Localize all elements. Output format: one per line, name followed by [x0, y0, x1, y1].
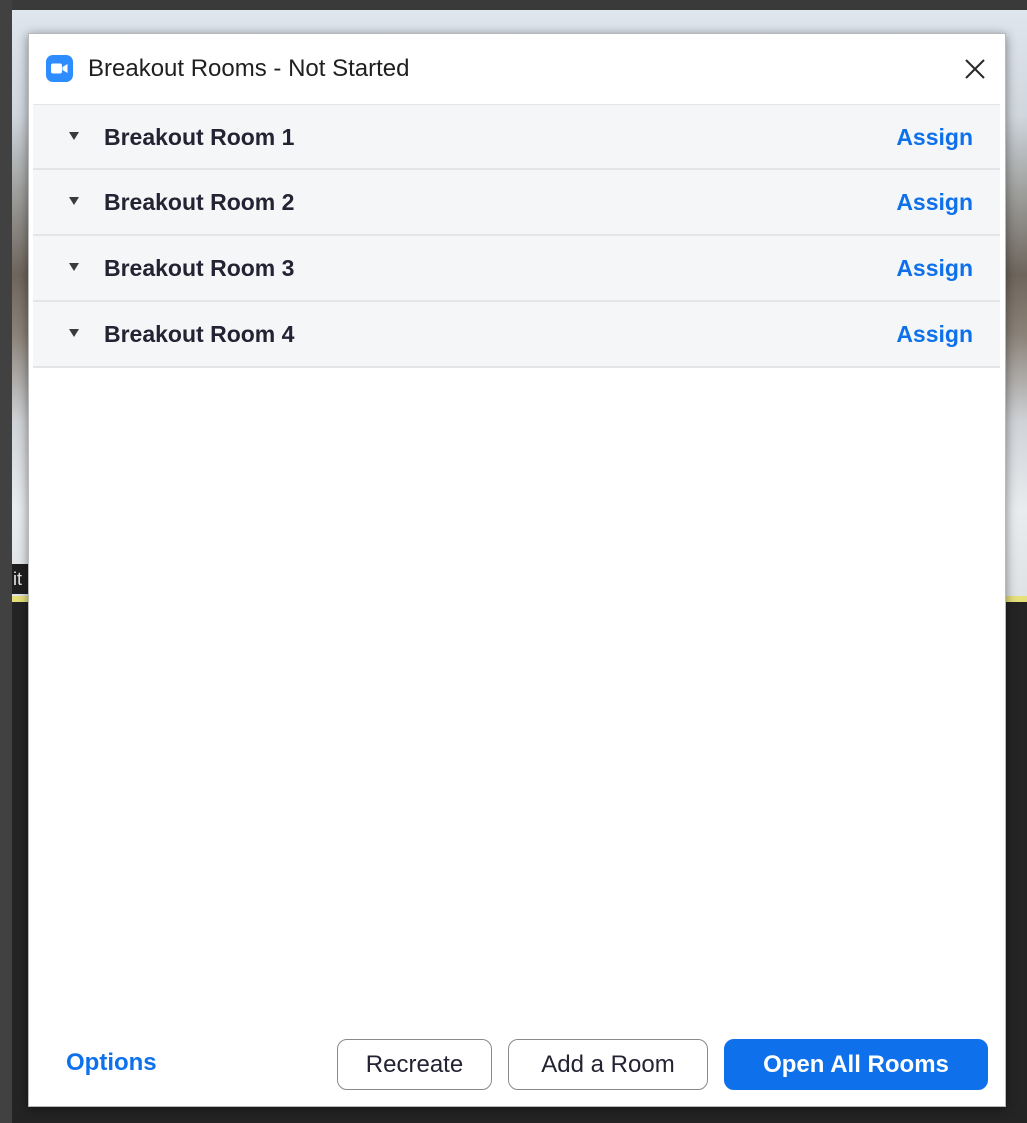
caret-down-icon[interactable]	[69, 197, 79, 205]
room-row-2[interactable]: Breakout Room 2 Assign	[33, 170, 1000, 236]
room-name: Breakout Room 4	[104, 321, 295, 347]
room-row-3[interactable]: Breakout Room 3 Assign	[33, 236, 1000, 302]
close-icon	[965, 59, 985, 79]
close-button[interactable]	[955, 49, 995, 89]
dialog-title: Breakout Rooms - Not Started	[88, 55, 410, 82]
caret-down-icon[interactable]	[69, 132, 79, 140]
assign-link[interactable]: Assign	[896, 302, 973, 366]
room-row-4[interactable]: Breakout Room 4 Assign	[33, 302, 1000, 368]
assign-link[interactable]: Assign	[896, 170, 973, 234]
room-row-1[interactable]: Breakout Room 1 Assign	[33, 104, 1000, 170]
room-name: Breakout Room 2	[104, 189, 295, 215]
room-name: Breakout Room 3	[104, 255, 295, 281]
options-link[interactable]: Options	[66, 1049, 157, 1077]
open-all-rooms-button[interactable]: Open All Rooms	[724, 1039, 988, 1090]
zoom-camera-icon	[46, 55, 73, 82]
background-top-strip	[0, 0, 1027, 10]
dialog-titlebar: Breakout Rooms - Not Started	[29, 34, 1005, 104]
breakout-rooms-dialog: Breakout Rooms - Not Started Breakout Ro…	[28, 33, 1006, 1107]
room-list: Breakout Room 1 Assign Breakout Room 2 A…	[33, 104, 1000, 368]
caret-down-icon[interactable]	[69, 329, 79, 337]
assign-link[interactable]: Assign	[896, 105, 973, 169]
background-left-edge	[0, 0, 12, 1123]
recreate-button[interactable]: Recreate	[337, 1039, 492, 1090]
assign-link[interactable]: Assign	[896, 236, 973, 300]
add-room-button[interactable]: Add a Room	[508, 1039, 708, 1090]
room-name: Breakout Room 1	[104, 124, 295, 150]
caret-down-icon[interactable]	[69, 263, 79, 271]
